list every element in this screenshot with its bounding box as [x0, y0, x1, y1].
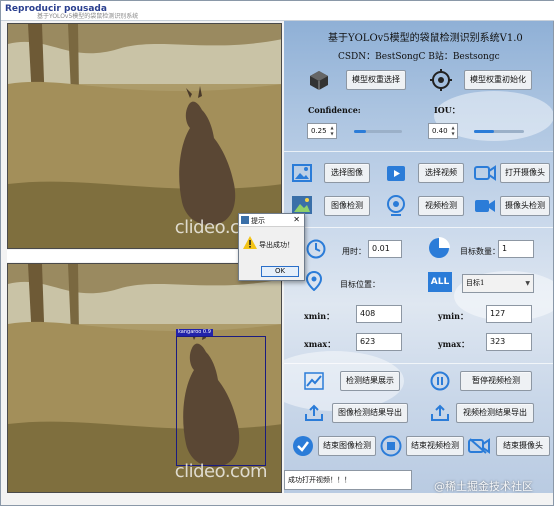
detection-label: kangaroo 0.9 — [176, 329, 213, 336]
iou-slider-fill — [474, 130, 494, 133]
video-detect-button[interactable]: 视频检测 — [418, 196, 464, 216]
webcam-icon — [387, 195, 405, 216]
ok-button[interactable]: OK — [261, 266, 299, 277]
xmin-field: 408 — [356, 305, 402, 323]
chevron-down-icon: ▼ — [525, 280, 530, 287]
image-detect-icon — [292, 196, 312, 214]
select-image-button[interactable]: 选择图像 — [324, 163, 370, 183]
stop-icon — [380, 435, 402, 457]
panel-heading: 基于YOLOv5模型的袋鼠检测识别系统V1.0 — [328, 33, 523, 44]
check-icon — [293, 436, 313, 456]
camera-detect-button[interactable]: 摄像头检测 — [500, 196, 550, 216]
iou-spinbox[interactable]: 0.40 ▲ ▼ — [428, 123, 458, 139]
camera-detect-icon — [475, 200, 495, 212]
export-video-results-button[interactable]: 视频检测结果导出 — [456, 403, 534, 423]
select-model-button[interactable]: 模型权重选择 — [346, 70, 406, 90]
pie-chart-icon — [429, 237, 450, 258]
xmax-field: 623 — [356, 333, 402, 351]
export-image-results-button[interactable]: 图像检测结果导出 — [332, 403, 408, 423]
end-camera-button[interactable]: 结束摄像头 — [496, 436, 550, 456]
clock-icon — [306, 239, 326, 259]
iou-value: 0.40 — [432, 127, 448, 135]
iou-slider[interactable] — [474, 130, 524, 133]
cube-icon — [310, 71, 328, 90]
status-bar: 成功打开视频！！！ — [284, 470, 412, 490]
message-dialog: 提示 ✕ 导出成功！ OK — [238, 213, 305, 281]
title-bar: Reproducir pousada 基于YOLOv5模型的袋鼠检测识别系统 — [1, 1, 554, 21]
video-watermark-bottom: clideo.com — [174, 461, 268, 482]
detection-video-view: kangaroo 0.9 clideo.com — [7, 263, 282, 493]
time-field: 0.01 — [368, 240, 402, 258]
confidence-slider[interactable] — [354, 130, 402, 133]
confidence-label: Confidence: — [308, 105, 361, 115]
spin-arrows-icon[interactable]: ▲ ▼ — [329, 125, 335, 137]
image-detect-button[interactable]: 图像检测 — [324, 196, 370, 216]
control-panel: 基于YOLOv5模型的袋鼠检测识别系统V1.0 CSDN：BestSongC B… — [284, 21, 553, 493]
app-icon — [241, 216, 249, 224]
footer-watermark: @稀土掘金技术社区 — [434, 480, 533, 493]
dialog-title-bar: 提示 ✕ — [239, 214, 304, 227]
all-icon: ALL — [428, 272, 452, 292]
iou-label: IOU： — [434, 105, 460, 115]
confidence-spinbox[interactable]: 0.25 ▲ ▼ — [307, 123, 337, 139]
close-icon[interactable]: ✕ — [293, 215, 300, 224]
end-video-detect-button[interactable]: 结束视频检测 — [406, 436, 464, 456]
pause-icon — [430, 371, 450, 391]
ymax-field: 323 — [486, 333, 532, 351]
open-camera-button[interactable]: 打开摄像头 — [500, 163, 550, 183]
target-icon — [430, 69, 452, 91]
warning-icon — [243, 236, 257, 249]
window-subtitle: 基于YOLOv5模型的袋鼠检测识别系统 — [37, 13, 139, 20]
target-count-field: 1 — [498, 240, 534, 258]
detection-bounding-box — [176, 336, 266, 466]
confidence-value: 0.25 — [311, 127, 327, 135]
dialog-message: 导出成功！ — [259, 241, 294, 249]
location-icon — [306, 271, 322, 291]
camera-off-icon — [468, 438, 490, 454]
time-label: 用时： — [342, 247, 366, 256]
target-count-label: 目标数量： — [460, 247, 500, 256]
ymin-field: 127 — [486, 305, 532, 323]
upload-icon — [431, 404, 449, 421]
app-window: Reproducir pousada 基于YOLOv5模型的袋鼠检测识别系统 c… — [0, 0, 554, 506]
camera-icon — [474, 165, 496, 181]
init-model-button[interactable]: 模型权重初始化 — [464, 70, 532, 90]
target-select[interactable]: 目标1 ▼ — [462, 274, 534, 293]
xmin-label: xmin： — [304, 311, 335, 321]
confidence-slider-fill — [354, 130, 366, 133]
video-icon — [387, 166, 405, 181]
xmax-label: xmax： — [304, 339, 336, 349]
pause-video-button[interactable]: 暂停视频检测 — [460, 371, 532, 391]
target-position-label: 目标位置： — [340, 280, 380, 289]
spin-arrows-icon[interactable]: ▲ ▼ — [450, 125, 456, 137]
ymax-label: ymax： — [438, 339, 470, 349]
upload-icon — [305, 404, 323, 421]
line-chart-icon — [304, 372, 324, 390]
select-video-button[interactable]: 选择视频 — [418, 163, 464, 183]
ymin-label: ymin： — [438, 311, 468, 321]
target-select-value: 目标1 — [466, 279, 485, 287]
show-results-button[interactable]: 检测结果展示 — [340, 371, 400, 391]
credits-text: CSDN：BestSongC B站：Bestsongc — [338, 52, 500, 62]
end-image-detect-button[interactable]: 结束图像检测 — [318, 436, 376, 456]
dialog-title: 提示 — [251, 217, 265, 225]
image-icon — [292, 164, 312, 182]
